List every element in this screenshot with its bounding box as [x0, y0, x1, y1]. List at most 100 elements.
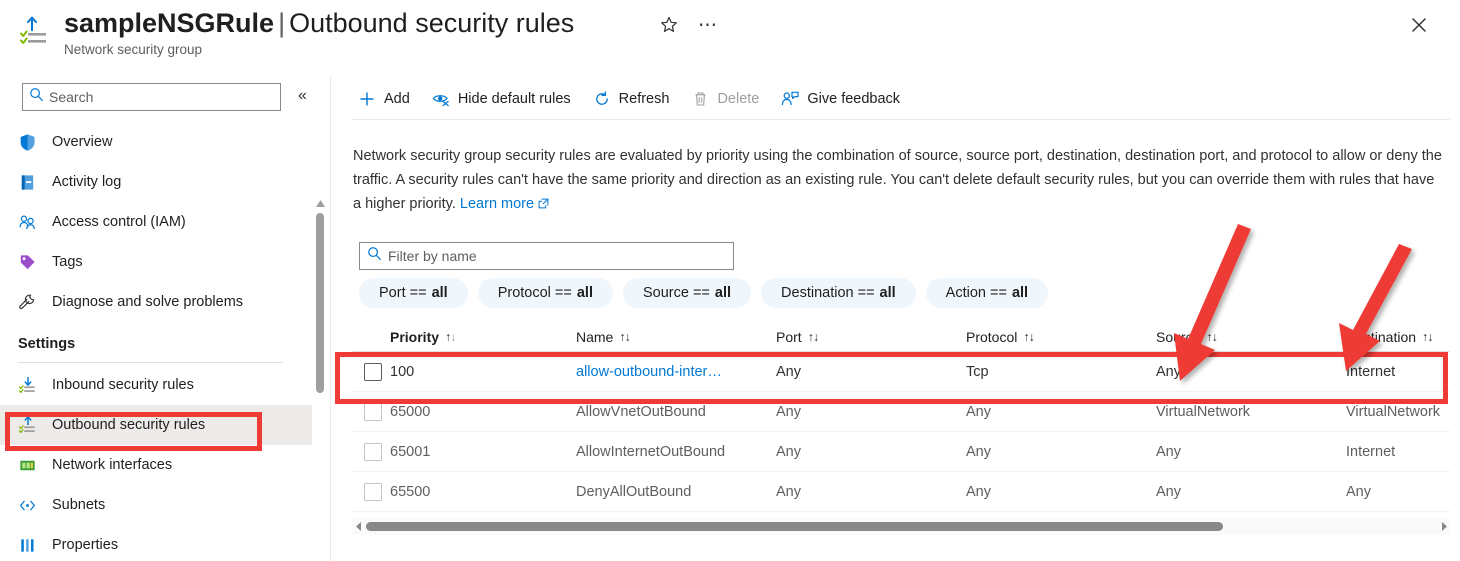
search-input[interactable]: [49, 89, 259, 105]
cell-destination: Internet: [1346, 363, 1396, 380]
hide-default-rules-button[interactable]: Hide default rules: [426, 83, 581, 115]
people-icon: [18, 212, 44, 232]
sidebar-item-label: Outbound security rules: [52, 417, 206, 433]
cell-priority: 65500: [390, 483, 431, 500]
filter-pill-source[interactable]: Source == all: [622, 278, 752, 308]
filter-pill-label: Port ==: [379, 285, 427, 301]
table-row[interactable]: 65000 AllowVnetOutBound Any Any VirtualN…: [352, 392, 1450, 432]
sidebar-item-subnets[interactable]: Subnets: [0, 485, 312, 525]
row-checkbox[interactable]: [364, 442, 382, 461]
filter-pill-port[interactable]: Port == all: [359, 278, 468, 308]
refresh-label: Refresh: [618, 91, 670, 107]
scroll-left-icon[interactable]: [352, 521, 364, 532]
filter-pill-label: Protocol ==: [497, 285, 572, 301]
hide-default-rules-label: Hide default rules: [457, 91, 571, 107]
hide-eye-icon: [430, 89, 452, 109]
collapse-nav-button[interactable]: «: [298, 86, 307, 106]
tag-icon: [18, 252, 44, 272]
cell-name: AllowVnetOutBound: [576, 403, 706, 420]
column-header-name[interactable]: Name ↑↓: [576, 329, 776, 345]
table-row[interactable]: 100 allow-outbound-inter… Any Tcp Any In…: [352, 352, 1450, 392]
cell-destination: Internet: [1346, 443, 1396, 460]
cell-source: Any: [1156, 483, 1181, 500]
sidebar-item-inbound-security-rules[interactable]: Inbound security rules: [0, 365, 312, 405]
sort-arrows-icon: ↑↓: [807, 329, 819, 344]
command-bar: Add Hide default rules Refresh Delete Gi…: [352, 82, 916, 116]
resource-type-subtitle: Network security group: [64, 42, 203, 57]
row-checkbox-cell: [352, 362, 390, 381]
sidebar-item-label: Inbound security rules: [52, 377, 194, 393]
learn-more-link[interactable]: Learn more: [460, 196, 534, 212]
title-separator: |: [278, 8, 286, 38]
table-row[interactable]: 65001 AllowInternetOutBound Any Any Any …: [352, 432, 1450, 472]
cell-protocol: Any: [966, 483, 991, 500]
sidebar-item-network-interfaces[interactable]: Network interfaces: [0, 445, 312, 485]
row-checkbox[interactable]: [364, 362, 382, 381]
column-header-protocol[interactable]: Protocol ↑↓: [966, 329, 1156, 345]
scrollbar-track[interactable]: [366, 522, 1436, 531]
cell-priority: 65000: [390, 403, 431, 420]
column-header-priority[interactable]: Priority ↑↓: [390, 329, 576, 345]
table-row[interactable]: 65500 DenyAllOutBound Any Any Any Any: [352, 472, 1450, 512]
scrollbar-thumb[interactable]: [316, 213, 324, 393]
scrollbar-thumb[interactable]: [366, 522, 1223, 531]
sidebar-item-outbound-security-rules[interactable]: Outbound security rules: [0, 405, 312, 445]
add-button[interactable]: Add: [352, 83, 420, 115]
page-section-name: Outbound security rules: [289, 8, 575, 38]
plus-icon: [356, 89, 378, 109]
cell-destination: VirtualNetwork: [1346, 403, 1441, 420]
column-header-label: Destination: [1346, 328, 1417, 345]
filter-by-name-field[interactable]: [359, 242, 734, 270]
column-header-label: Name: [576, 328, 614, 345]
panel-divider: [330, 76, 331, 561]
sidebar-item-overview[interactable]: Overview: [0, 122, 312, 162]
cell-protocol: Any: [966, 443, 991, 460]
table-horizontal-scrollbar[interactable]: [352, 518, 1450, 535]
cell-port: Any: [776, 403, 801, 420]
filter-pill-label: Source ==: [642, 285, 710, 301]
activity-log-icon: [18, 172, 44, 192]
row-checkbox[interactable]: [364, 402, 382, 421]
sidebar-item-tags[interactable]: Tags: [0, 242, 312, 282]
filter-pill-value: all: [714, 285, 732, 301]
sidebar-item-activity-log[interactable]: Activity log: [0, 162, 312, 202]
cell-name-link[interactable]: allow-outbound-inter…: [576, 364, 776, 380]
cell-name: AllowInternetOutBound: [576, 443, 726, 460]
column-header-label: Source: [1156, 328, 1201, 345]
left-navigation-panel: « Overview: [0, 76, 330, 561]
cell-port: Any: [776, 443, 801, 460]
cell-source: Any: [1156, 443, 1181, 460]
sidebar-item-label: Overview: [52, 134, 113, 150]
search-icon: [29, 87, 44, 107]
external-link-icon: [538, 193, 549, 217]
nav-divider: [18, 362, 283, 363]
star-icon[interactable]: [656, 12, 682, 38]
filter-pill-action[interactable]: Action == all: [925, 278, 1049, 308]
close-icon[interactable]: [1404, 10, 1434, 40]
subnets-icon: [18, 495, 44, 515]
filter-pill-destination[interactable]: Destination == all: [761, 278, 916, 308]
column-header-destination[interactable]: Destination ↑↓: [1346, 329, 1460, 345]
add-label: Add: [384, 91, 410, 107]
row-checkbox[interactable]: [364, 482, 382, 501]
filter-by-name-input[interactable]: [388, 248, 708, 264]
filter-pill-protocol[interactable]: Protocol == all: [477, 278, 613, 308]
resource-name: sampleNSGRule: [64, 8, 275, 38]
row-checkbox-cell: [352, 442, 390, 461]
sidebar-item-properties[interactable]: Properties: [0, 525, 312, 561]
column-header-port[interactable]: Port ↑↓: [776, 329, 966, 345]
refresh-icon: [591, 89, 613, 109]
column-header-source[interactable]: Source ↑↓: [1156, 329, 1346, 345]
refresh-button[interactable]: Refresh: [587, 83, 680, 115]
scroll-right-icon[interactable]: [1438, 521, 1450, 532]
sidebar-item-access-control[interactable]: Access control (IAM): [0, 202, 312, 242]
sidebar-item-diagnose[interactable]: Diagnose and solve problems: [0, 282, 312, 322]
give-feedback-button[interactable]: Give feedback: [775, 83, 910, 115]
ellipsis-icon[interactable]: ⋯: [694, 12, 722, 38]
give-feedback-label: Give feedback: [807, 91, 901, 107]
filter-pill-group: Port == all Protocol == all Source == all D…: [359, 278, 1058, 308]
scroll-up-icon[interactable]: [315, 196, 326, 207]
left-nav-scrollbar[interactable]: [313, 196, 327, 561]
sidebar-search[interactable]: [22, 83, 281, 111]
filter-pill-value: all: [431, 285, 448, 301]
